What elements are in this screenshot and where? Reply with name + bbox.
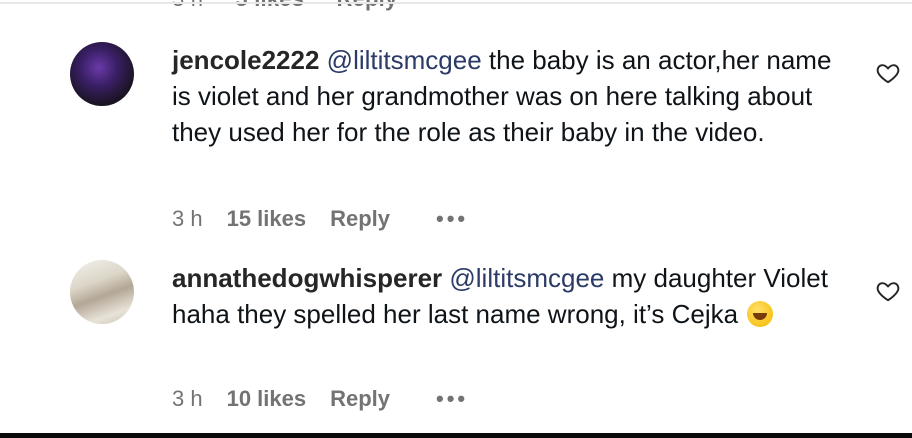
heart-outline-icon[interactable] — [875, 60, 901, 86]
username-link[interactable]: annathedogwhisperer — [172, 263, 442, 293]
more-options-icon[interactable]: ••• — [436, 386, 468, 412]
reply-button[interactable]: Reply — [330, 206, 390, 232]
more-options-icon[interactable]: ••• — [436, 206, 468, 232]
comment-time: 3 h — [172, 206, 203, 231]
likes-count[interactable]: 15 likes — [227, 206, 307, 232]
comment-body: annathedogwhisperer @liltitsmcgee my dau… — [172, 260, 852, 332]
mention-link[interactable]: @liltitsmcgee — [327, 45, 482, 75]
bottom-edge — [0, 433, 912, 438]
avatar[interactable] — [70, 42, 134, 106]
comment-meta: 3 h 15 likes Reply ••• — [172, 206, 468, 232]
avatar[interactable] — [70, 260, 134, 324]
comment-body: jencole2222 @liltitsmcgee the baby is an… — [172, 42, 852, 150]
mention-link[interactable]: @liltitsmcgee — [449, 263, 604, 293]
heart-outline-icon[interactable] — [875, 278, 901, 304]
comment-meta: 3 h 10 likes Reply ••• — [172, 386, 468, 412]
comment-time: 3 h — [172, 386, 203, 411]
top-divider — [0, 2, 912, 4]
rolling-on-floor-laughing-emoji — [747, 301, 774, 327]
likes-count[interactable]: 10 likes — [227, 386, 307, 412]
username-link[interactable]: jencole2222 — [172, 45, 319, 75]
reply-button[interactable]: Reply — [330, 386, 390, 412]
